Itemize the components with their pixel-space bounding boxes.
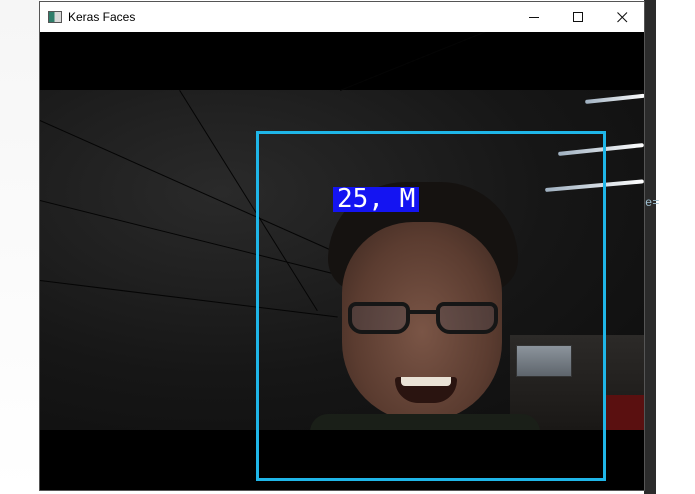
- background-chair: [605, 395, 644, 430]
- minimize-icon: [528, 16, 539, 18]
- minimize-button[interactable]: [512, 2, 556, 32]
- app-window-icon: [48, 11, 62, 23]
- desktop-left-edge: [0, 0, 40, 494]
- title-bar[interactable]: Keras Faces: [40, 2, 644, 32]
- camera-feed: 25, M: [40, 32, 644, 490]
- close-button[interactable]: [600, 2, 644, 32]
- window-title: Keras Faces: [68, 10, 136, 24]
- maximize-button[interactable]: [556, 2, 600, 32]
- maximize-icon: [572, 11, 583, 22]
- ceiling-seam: [340, 32, 619, 91]
- close-icon: [616, 11, 627, 22]
- face-detection-box: [256, 131, 606, 481]
- age-gender-label: 25, M: [333, 186, 420, 212]
- keras-faces-window: Keras Faces 25, M: [40, 2, 644, 490]
- background-editor-strip: [644, 0, 656, 494]
- ceiling-light: [585, 93, 644, 104]
- window-controls: [512, 2, 644, 32]
- desktop-right-edge: e=: [644, 0, 695, 494]
- background-text-fragment: e=: [645, 196, 660, 210]
